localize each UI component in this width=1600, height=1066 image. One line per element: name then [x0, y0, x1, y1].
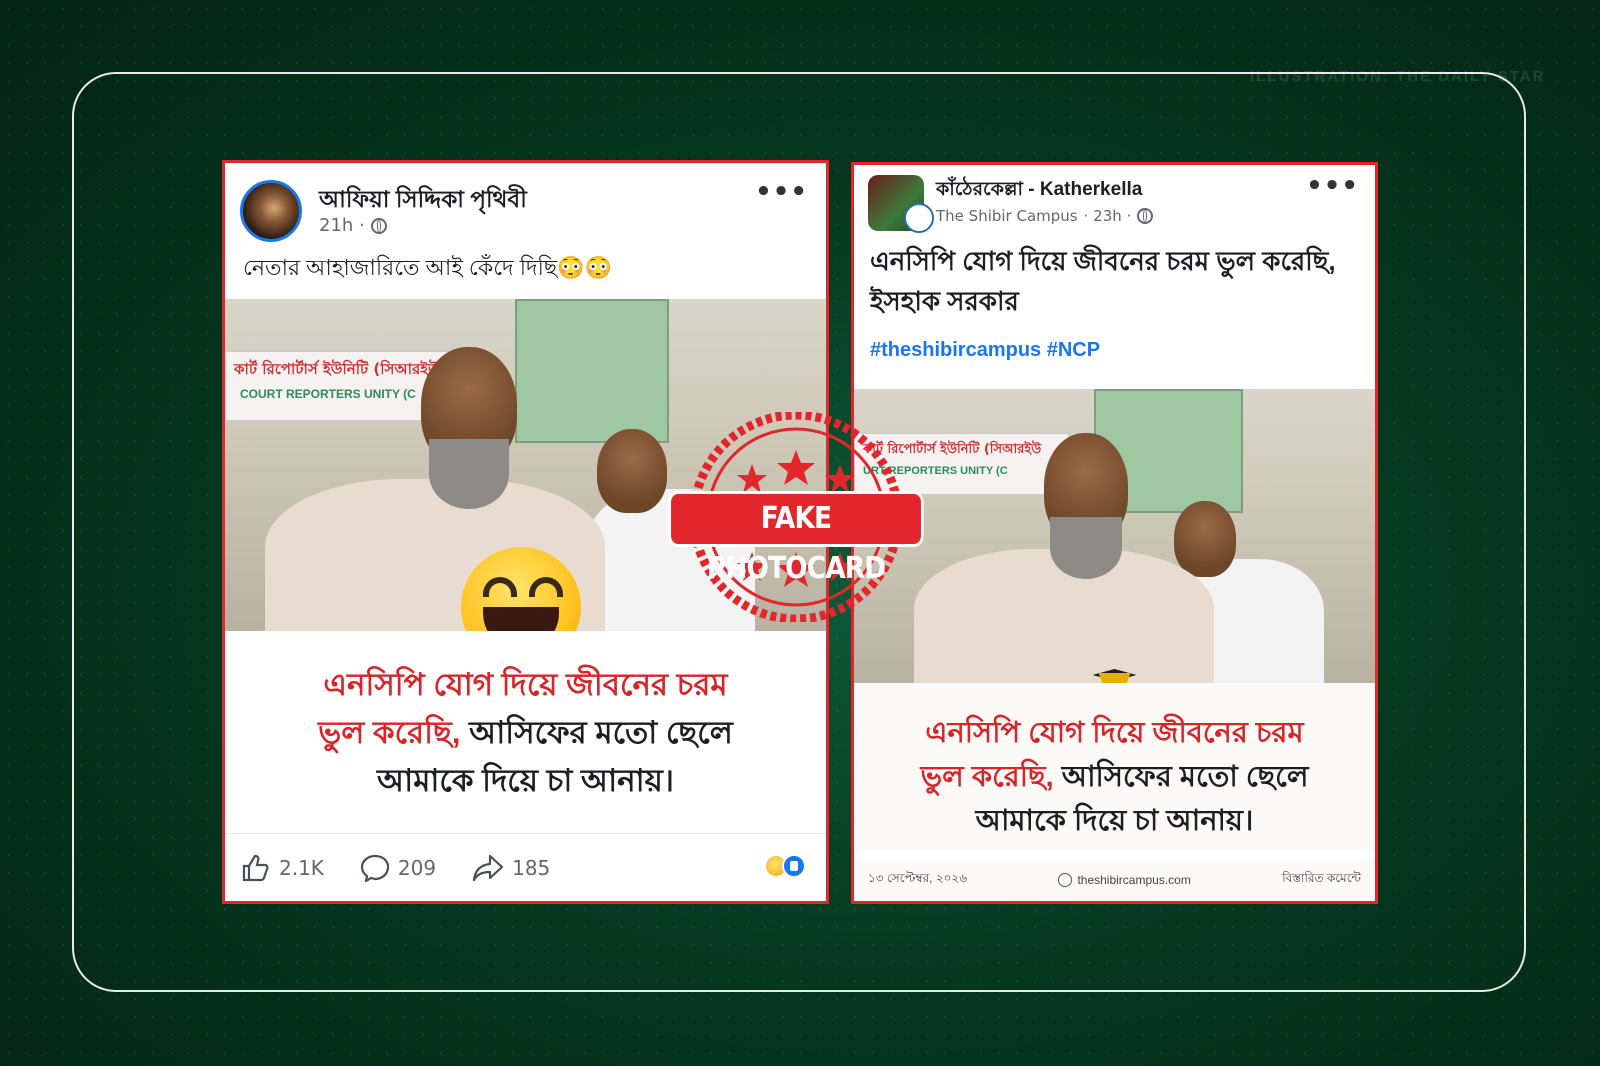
- quote-line-2-black: আসিফের মতো ছেলে: [460, 715, 733, 750]
- post-caption: নেতার আহাজারিতে আই কেঁদে দিছি😳😳: [243, 255, 612, 280]
- footer-site: theshibircampus.com: [1058, 873, 1191, 887]
- quote-line-1: এনসিপি যোগ দিয়ে জীবনের চরম: [925, 717, 1304, 749]
- quote-line-2-red: ভুল করেছি,: [318, 715, 461, 750]
- photocard-quote: এনসিপি যোগ দিয়ে জীবনের চরম ভুল করেছি, আ…: [854, 683, 1375, 851]
- post-headline: এনসিপি যোগ দিয়ে জীবনের চরম ভুল করেছি, ই…: [870, 246, 1336, 316]
- globe-icon: [370, 217, 387, 234]
- like-icon: [242, 854, 269, 881]
- comment-button[interactable]: 209: [360, 854, 436, 882]
- subpage-avatar[interactable]: [904, 203, 934, 233]
- graduation-cap-icon: [1093, 669, 1137, 685]
- stamp-label: FAKE PHOTOCARD: [671, 494, 921, 586]
- post-header: আফিয়া সিদ্দিকা পৃথিবী 21h · •••: [225, 163, 826, 243]
- quote-line-2-black: আসিফের মতো ছেলে: [1053, 761, 1309, 793]
- footer-more-text: বিস্তারিত কমেন্টে: [1282, 871, 1361, 885]
- post-header: কাঁঠেরকেল্লা - Katherkella The Shibir Ca…: [854, 165, 1375, 239]
- post-photo[interactable]: কার্ট রিপোর্টার্স ইউনিটি (সিআরইউ URT REP…: [854, 389, 1375, 683]
- share-button[interactable]: 185: [472, 854, 550, 882]
- comment-icon: [360, 854, 390, 882]
- quote-line-3: আমাকে দিয়ে চা আনায়।: [377, 763, 674, 798]
- footer-site-text: theshibircampus.com: [1077, 873, 1191, 887]
- page-name[interactable]: কাঁঠেরকেল্লা - Katherkella: [936, 175, 1142, 207]
- reaction-icons[interactable]: [764, 854, 806, 878]
- quote-line-1: এনসিপি যোগ দিয়ে জীবনের চরম: [323, 667, 728, 702]
- like-count: 2.1K: [279, 855, 324, 880]
- wall-noticeboard: [515, 299, 669, 443]
- quote-line-2-red: ভুল করেছি,: [920, 761, 1054, 793]
- post-hashtags[interactable]: #theshibircampus #NCP: [854, 321, 1375, 379]
- photocard-quote: এনসিপি যোগ দিয়ে জীবনের চরম ভুল করেছি, আ…: [225, 631, 826, 821]
- subpage-name[interactable]: The Shibir Campus: [936, 207, 1078, 225]
- post-time[interactable]: 21h ·: [319, 215, 365, 236]
- post-time[interactable]: · 23h ·: [1084, 207, 1132, 225]
- quote-line-3: আমাকে দিয়ে চা আনায়।: [975, 805, 1254, 837]
- like-button[interactable]: 2.1K: [241, 854, 324, 882]
- more-options-icon[interactable]: •••: [1306, 171, 1359, 201]
- post-meta: The Shibir Campus · 23h ·: [936, 207, 1154, 225]
- post-meta: 21h ·: [319, 215, 387, 236]
- fake-photocard-stamp: FAKE PHOTOCARD: [660, 412, 932, 622]
- share-count: 185: [512, 855, 551, 880]
- like-reaction-icon: [782, 854, 806, 878]
- footer-date: ১৩ সেপ্টেম্বর, ২০২৬: [868, 871, 968, 885]
- author-avatar[interactable]: [240, 180, 302, 242]
- globe-icon: [1137, 208, 1154, 224]
- comment-count: 209: [397, 855, 437, 880]
- more-options-icon[interactable]: •••: [755, 177, 808, 207]
- photocard-footer: ১৩ সেপ্টেম্বর, ২০২৬ theshibircampus.com …: [854, 859, 1375, 901]
- post-actions-bar: 2.1K 209 185: [225, 833, 826, 901]
- share-icon: [473, 854, 504, 881]
- www-icon: [1058, 873, 1073, 887]
